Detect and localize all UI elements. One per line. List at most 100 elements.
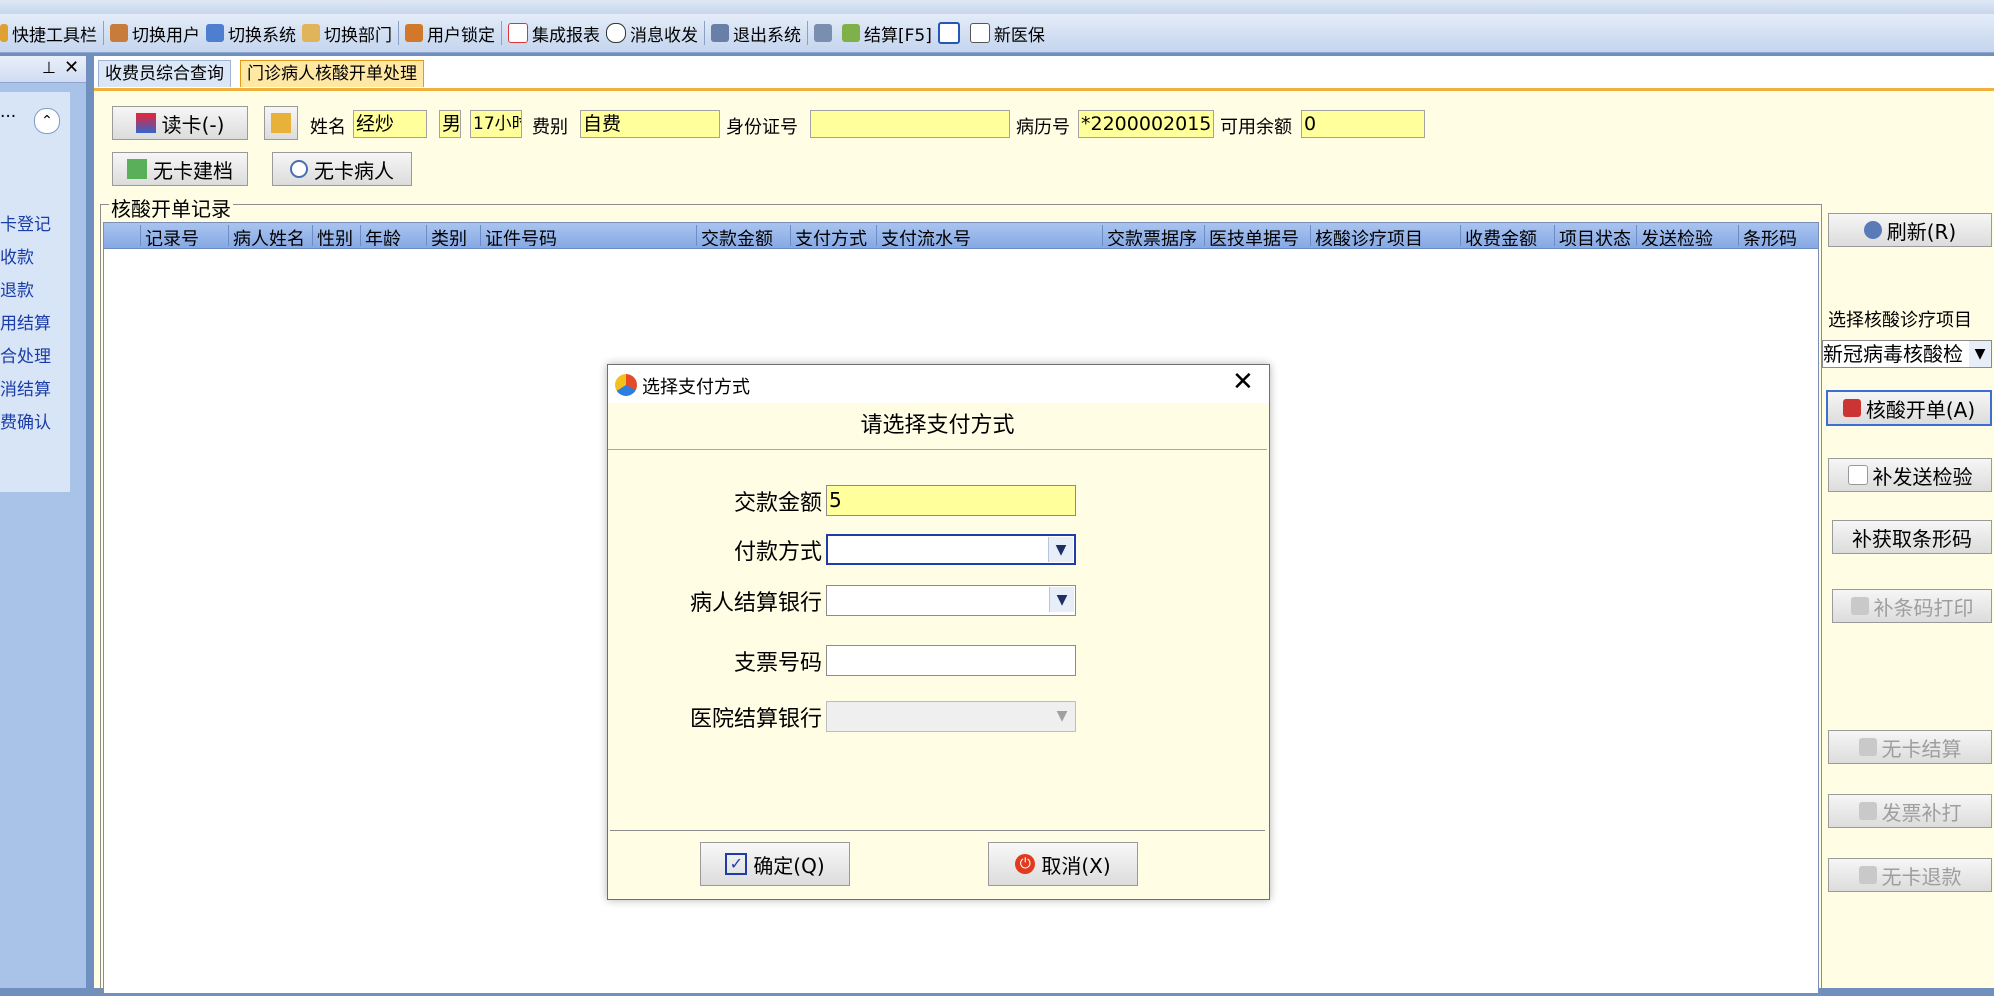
open-order-button[interactable]: 核酸开单(A): [1826, 390, 1992, 426]
toolbar-separator: [103, 21, 104, 45]
edit-icon: [814, 24, 832, 42]
right-action-panel: 刷新(R) 选择核酸诊疗项目 新冠病毒核酸检 ▼ 核酸开单(A) 补发送检验 补…: [1812, 206, 1994, 988]
power-icon: ⏻: [1015, 854, 1036, 874]
record-number-field[interactable]: *2200002015: [1078, 110, 1214, 138]
column-header[interactable]: 发送检验: [1636, 225, 1738, 246]
toolbar-edit[interactable]: [814, 24, 836, 42]
toolbar-label: 退出系统: [733, 25, 801, 46]
order-records-title: 核酸开单记录: [109, 193, 233, 222]
column-header[interactable]: 类别: [426, 225, 480, 246]
no-card-refund-button[interactable]: 无卡退款: [1828, 858, 1992, 892]
fee-type-field[interactable]: 自费: [580, 110, 720, 138]
column-header[interactable]: 证件号码: [480, 225, 696, 246]
left-nav-title: ... ⌃: [0, 102, 70, 134]
syringe-icon: [1842, 399, 1861, 417]
toolbar-new-insurance[interactable]: 新医保: [969, 21, 1045, 46]
report-icon: [508, 23, 528, 43]
tab-cashier-query[interactable]: 收费员综合查询: [98, 60, 231, 87]
nav-item-fee-confirm[interactable]: 费确认: [0, 408, 51, 433]
toolbar-exit[interactable]: 退出系统: [711, 21, 801, 46]
chevron-down-icon[interactable]: ▼: [1969, 341, 1991, 367]
toolbar-switch-system[interactable]: 切换系统: [206, 21, 296, 46]
reprint-invoice-button[interactable]: 发票补打: [1828, 794, 1992, 828]
column-header[interactable]: 支付方式: [790, 225, 876, 246]
close-icon[interactable]: ✕: [64, 57, 79, 78]
toolbar-label: 消息收发: [630, 25, 698, 46]
column-header[interactable]: 交款金额: [696, 225, 790, 246]
no-card-settle-button[interactable]: 无卡结算: [1828, 730, 1992, 764]
refresh-button[interactable]: 刷新(R): [1828, 213, 1992, 247]
nav-item-collect[interactable]: 收款: [0, 243, 34, 268]
column-header[interactable]: 支付流水号: [876, 225, 1102, 246]
column-header[interactable]: 性别: [312, 225, 360, 246]
amount-field[interactable]: 5: [826, 485, 1076, 516]
hospital-bank-select[interactable]: ▼: [826, 701, 1076, 732]
toolbar-messages[interactable]: 消息收发: [606, 21, 698, 46]
age-field[interactable]: 17小时: [470, 110, 522, 138]
collapse-up-icon[interactable]: ⌃: [34, 108, 60, 134]
left-panel-header: ⊥ ✕: [0, 56, 86, 83]
no-card-create-label: 无卡建档: [153, 158, 233, 183]
toolbar-switch-user[interactable]: 切换用户: [110, 21, 200, 46]
column-header[interactable]: 记录号: [140, 225, 228, 246]
id-number-label: 身份证号: [726, 117, 798, 138]
nucleic-item-select[interactable]: 新冠病毒核酸检 ▼: [1822, 340, 1992, 368]
window-icon: [969, 23, 990, 43]
toolbar-reports[interactable]: 集成报表: [508, 21, 600, 46]
id-number-field[interactable]: [810, 110, 1010, 138]
column-header[interactable]: 条形码: [1738, 225, 1818, 246]
cancel-button[interactable]: ⏻ 取消(X): [988, 842, 1138, 886]
chevron-down-icon[interactable]: ▼: [1048, 537, 1073, 562]
dialog-title: 选择支付方式: [642, 377, 750, 398]
print-barcode-button[interactable]: 补条码打印: [1832, 589, 1992, 623]
patient-bank-select[interactable]: ▼: [826, 585, 1076, 616]
payment-method-dialog: 选择支付方式 ✕ 请选择支付方式 交款金额 5 付款方式 ▼ 病人结算银行 ▼ …: [607, 364, 1270, 900]
printer-icon: [1850, 597, 1869, 615]
toolbar-book[interactable]: [937, 22, 964, 44]
toolbar-switch-department[interactable]: 切换部门: [302, 21, 392, 46]
name-field[interactable]: 经炒: [353, 110, 427, 138]
toolbar: 快捷工具栏 切换用户 切换系统 切换部门 用户锁定 集成报表 消息收发 退出系统…: [0, 14, 1994, 53]
no-card-refund-label: 无卡退款: [1881, 864, 1962, 889]
checklist-icon: [1847, 465, 1868, 485]
pin-icon[interactable]: ⊥: [42, 58, 56, 77]
column-header[interactable]: 年龄: [360, 225, 426, 246]
column-header[interactable]: 医技单据号: [1204, 225, 1310, 246]
broom-icon: [271, 113, 291, 133]
column-header[interactable]: 核酸诊疗项目: [1310, 225, 1460, 246]
nav-item-card-register[interactable]: 卡登记: [0, 210, 51, 235]
column-header[interactable]: 收费金额: [1460, 225, 1554, 246]
resend-test-button[interactable]: 补发送检验: [1828, 458, 1992, 492]
column-header[interactable]: 项目状态: [1554, 225, 1636, 246]
tab-nucleic-order[interactable]: 门诊病人核酸开单处理: [240, 60, 424, 87]
nav-item-cancel-settle[interactable]: 消结算: [0, 375, 51, 400]
ok-button[interactable]: ✓ 确定(Q): [700, 842, 850, 886]
get-barcode-button[interactable]: 补获取条形码: [1832, 520, 1992, 554]
toolbar-quick-tools[interactable]: 快捷工具栏: [0, 21, 97, 46]
toolbar-settle[interactable]: 结算[F5]: [842, 21, 932, 46]
no-card-patient-button[interactable]: 无卡病人: [272, 152, 412, 186]
check-number-field[interactable]: [826, 645, 1076, 676]
toolbar-separator: [501, 21, 502, 45]
select-item-label: 选择核酸诊疗项目: [1828, 310, 1972, 331]
nav-item-settlement[interactable]: 用结算: [0, 309, 51, 334]
cancel-label: 取消(X): [1041, 853, 1111, 878]
redo-arrow-icon: [1858, 866, 1877, 884]
column-header[interactable]: 交款票据序: [1102, 225, 1204, 246]
book-icon: [937, 22, 960, 44]
nav-item-combined[interactable]: 合处理: [0, 342, 51, 367]
pay-method-select[interactable]: ▼: [826, 534, 1076, 565]
gender-field[interactable]: 男: [439, 110, 461, 138]
column-header[interactable]: 病人姓名: [228, 225, 312, 246]
chevron-down-icon: ▼: [1050, 703, 1074, 728]
toolbar-lock-user[interactable]: 用户锁定: [405, 21, 495, 46]
clear-button[interactable]: [264, 106, 298, 140]
no-card-create-button[interactable]: 无卡建档: [112, 152, 248, 186]
nav-item-refund[interactable]: 退款: [0, 276, 34, 301]
read-card-button[interactable]: 读卡(-): [112, 106, 248, 140]
print-barcode-label: 补条码打印: [1873, 595, 1974, 620]
balance-field[interactable]: 0: [1301, 110, 1425, 138]
chevron-down-icon[interactable]: ▼: [1049, 587, 1074, 612]
close-icon[interactable]: ✕: [1232, 367, 1254, 397]
read-card-label: 读卡(-): [161, 112, 225, 137]
